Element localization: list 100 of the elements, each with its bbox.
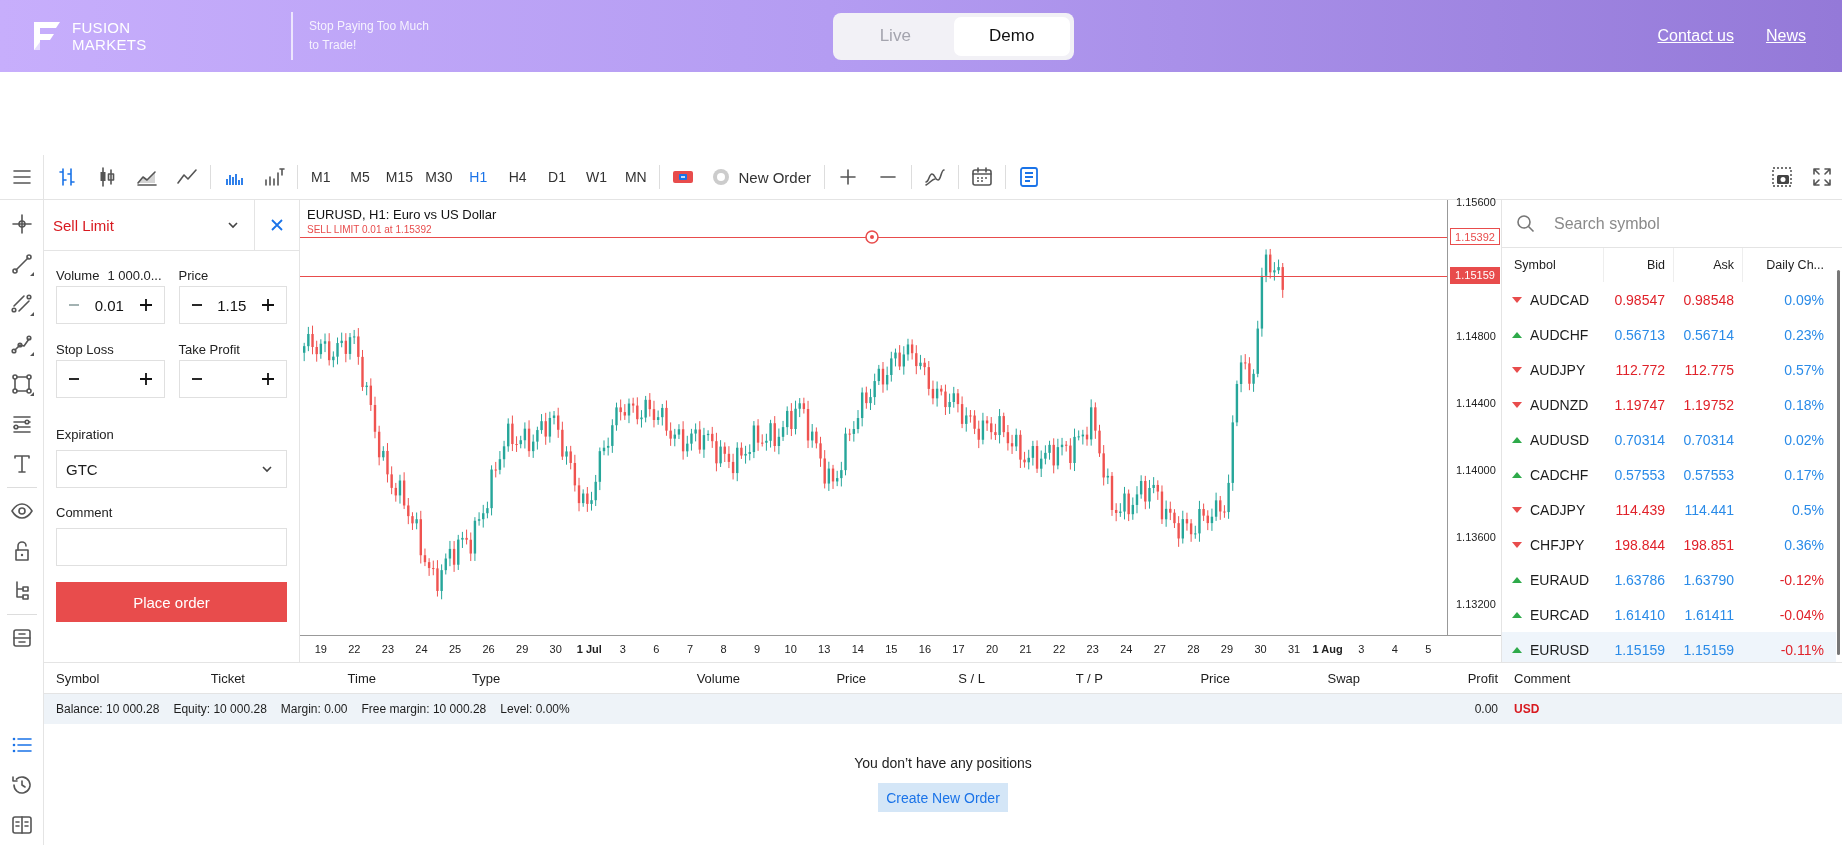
column-header[interactable]: Swap [1230,670,1360,686]
symbol-name: AUDNZD [1530,396,1589,413]
column-header[interactable]: Price [740,670,866,686]
scrollbar[interactable] [1837,270,1840,655]
column-header[interactable]: Daily Ch... [1742,248,1836,282]
stepper-field[interactable] [178,360,287,398]
line-tool-icon[interactable] [9,252,34,276]
column-header[interactable]: Profit [1360,670,1498,686]
field-label: Stop Loss [56,341,114,357]
time-tick-label: 30 [1253,643,1268,655]
price-tick-label: 1.13200 [1456,597,1496,611]
ask-price: 0.98548 [1682,291,1735,308]
watchlist-row[interactable]: EURUSD 1.15159 1.15159 -0.11% [1502,632,1836,662]
watchlist-row[interactable]: AUDJPY 112.772 112.775 0.57% [1502,352,1836,387]
screenshot-icon[interactable] [1770,165,1794,189]
field-label: Take Profit [178,341,240,357]
calendar-icon[interactable] [970,165,995,189]
symbol-name: EURAUD [1530,571,1590,588]
time-tick-label: 23 [380,643,396,655]
time-tick-label: 7 [685,643,695,655]
timeframe-tab[interactable]: H1 [458,160,498,194]
timeframe-tab[interactable]: MN [616,160,656,194]
stepper-field[interactable] [56,360,165,398]
stepper-field[interactable]: 0.01 [56,286,165,324]
bid-price: 114.439 [1614,501,1666,518]
history-icon[interactable] [9,773,34,797]
daily-change: 0.02% [1783,431,1825,448]
bid-price: 1.61410 [1613,606,1666,623]
plus-icon[interactable] [137,372,154,386]
column-header[interactable]: Bid [1603,248,1673,282]
daily-change: 0.5% [1791,501,1825,518]
brand-name: FUSION [72,19,132,36]
timeframe-tab[interactable]: M5 [340,160,380,194]
time-tick-label: 20 [984,643,1000,655]
tagline: Stop Paying Too Much to Trade! [309,18,430,54]
timeframe-tab[interactable]: W1 [576,160,617,194]
stepper-value[interactable]: 1.15 [209,296,254,314]
column-header[interactable]: Ask [1673,248,1742,282]
close-icon[interactable] [269,217,285,233]
parallel-lines-icon[interactable] [9,292,34,316]
crosshair-icon[interactable] [9,212,34,236]
watchlist-row[interactable]: AUDCHF 0.56713 0.56714 0.23% [1502,317,1836,352]
time-tick-label: 13 [817,643,832,655]
column-header[interactable]: Type [376,670,640,686]
watchlist-row[interactable]: AUDNZD 1.19747 1.19752 0.18% [1502,387,1836,422]
plus-icon[interactable] [260,298,276,312]
watchlist-row[interactable]: CHFJPY 198.844 198.851 0.36% [1502,527,1836,562]
order-type-select[interactable]: Sell Limit [44,200,255,250]
field-label: Comment [56,504,114,522]
field-label: Volume [56,267,100,283]
price-tag: 1.15392 [1450,227,1500,245]
field-label: Price [178,267,209,283]
column-header[interactable]: Price [1103,670,1230,686]
new-order-button[interactable]: New Order [702,160,822,194]
time-tick-label: 3 [1357,643,1366,655]
time-tick-label: 9 [753,643,762,655]
column-header[interactable]: S / L [866,670,985,686]
timeframe-tab[interactable]: D1 [537,160,577,194]
watchlist-row[interactable]: AUDUSD 0.70314 0.70314 0.02% [1502,422,1836,457]
ask-price: 0.56714 [1682,326,1735,343]
timeframe-tab[interactable]: M30 [419,160,459,194]
column-header[interactable]: Symbol [1502,258,1603,272]
mode-tab[interactable]: Demo [953,16,1070,56]
watchlist-row[interactable]: AUDCAD 0.98547 0.98548 0.09% [1502,282,1836,317]
place-order-button[interactable]: Place order [56,582,287,622]
watchlist-row[interactable]: EURCAD 1.61410 1.61411 -0.04% [1502,597,1836,632]
coin-icon [710,167,731,187]
comment-field[interactable] [56,528,287,566]
time-tick-label: 17 [951,643,966,655]
column-header[interactable]: T / P [985,670,1103,686]
ask-price: 0.57553 [1682,466,1735,483]
stepper-value[interactable]: 0.01 [87,296,132,314]
watchlist-row[interactable]: CADJPY 114.439 114.441 0.5% [1502,492,1836,527]
bid-price: 198.844 [1613,536,1666,553]
stepper-field[interactable]: 1.15 [178,286,287,324]
column-header[interactable]: Ticket [160,670,245,686]
plus-icon[interactable] [260,372,276,386]
create-order-button[interactable]: Create New Order [878,783,1008,812]
column-header[interactable]: Volume [640,670,740,686]
plus-icon[interactable] [137,298,154,312]
bid-price: 1.15159 [1613,641,1666,658]
polyline-icon[interactable] [9,332,34,356]
column-header[interactable]: Comment [1498,670,1842,686]
column-header[interactable]: Symbol [44,670,160,686]
timeframe-tab[interactable]: H4 [497,160,538,194]
expiration-select[interactable]: GTC [56,450,287,488]
bar-indicator-icon[interactable] [262,165,286,189]
timeframe-tab[interactable]: M15 [379,160,420,194]
order-marker-icon[interactable] [865,229,879,244]
column-header[interactable]: Time [245,670,376,686]
timeframe-tab[interactable]: M1 [301,160,341,194]
time-tick-label: 10 [783,643,798,655]
time-tick-label: 29 [1219,643,1235,655]
watchlist-row[interactable]: EURAUD 1.63786 1.63790 -0.12% [1502,562,1836,597]
rectangle-tool-icon[interactable] [9,372,34,396]
account-summary-item: Equity: 10 000.28 [173,702,267,716]
fullscreen-icon[interactable] [1810,165,1834,189]
watchlist-row[interactable]: CADCHF 0.57553 0.57553 0.17% [1502,457,1836,492]
ask-price: 1.15159 [1682,641,1735,658]
price-tick-label: 1.14800 [1456,329,1496,343]
